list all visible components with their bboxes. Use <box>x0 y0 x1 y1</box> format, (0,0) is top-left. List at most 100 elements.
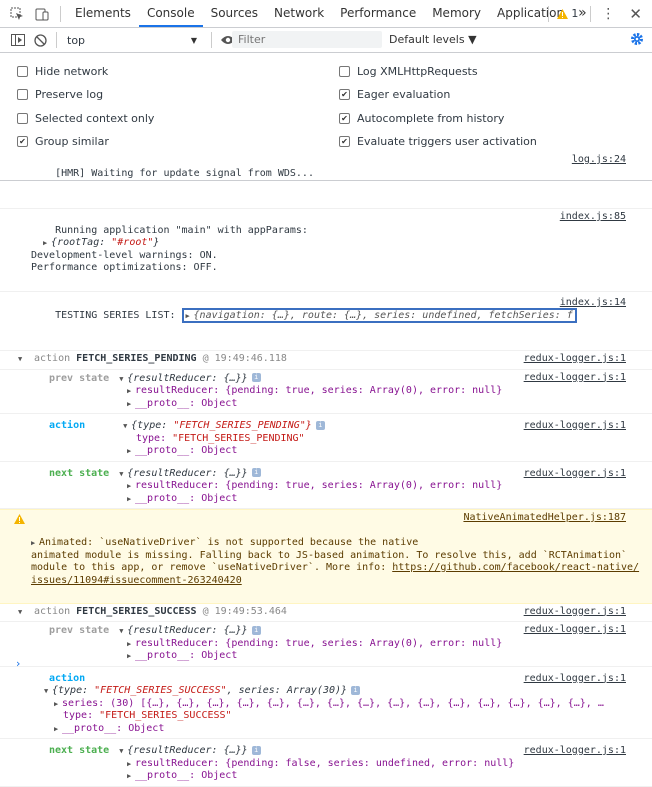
toolbar-divider <box>56 32 57 48</box>
autocomplete-from-history-checkbox[interactable]: ✔ Autocomplete from history <box>339 112 504 125</box>
triangle-right-icon: ▶ <box>185 311 190 320</box>
triangle-right-icon: ▶ <box>54 699 59 708</box>
entry-label: action <box>49 420 86 431</box>
triangle-right-icon: ▶ <box>127 387 132 395</box>
triangle-right-icon: ▶ <box>127 772 132 780</box>
checkbox-label: Eager evaluation <box>357 88 451 101</box>
info-icon: i <box>251 625 261 635</box>
preserve-log-checkbox[interactable]: Preserve log <box>17 88 103 101</box>
triangle-right-icon: ▶ <box>127 639 132 648</box>
source-link[interactable]: index.js:85 <box>560 211 626 224</box>
gear-icon[interactable] <box>630 32 644 49</box>
info-icon: i <box>251 745 261 755</box>
console-prompt[interactable]: › <box>16 657 20 670</box>
devtools-tabbar: Elements Console Sources Network Perform… <box>0 0 652 28</box>
tab-network[interactable]: Network <box>266 0 332 27</box>
tab-memory[interactable]: Memory <box>424 0 489 27</box>
object-key: type: <box>63 710 100 721</box>
object-key: {type: <box>131 420 174 431</box>
triangle-down-icon: ▼ <box>123 422 128 430</box>
source-link[interactable]: log.js:24 <box>572 154 626 167</box>
object-property[interactable]: resultReducer: {pending: true, series: A… <box>135 385 502 396</box>
log-group-header[interactable]: ▼ action FETCH_SERIES_SUCCESS @ 19:49:53.… <box>0 604 652 622</box>
tab-console[interactable]: Console <box>138 0 203 27</box>
warning-link[interactable]: https://github.com/facebook/react-native… <box>392 562 639 573</box>
source-link[interactable]: redux-logger.js:1 <box>524 624 626 637</box>
context-selector[interactable]: top ▼ <box>67 34 197 47</box>
next-state-entry: next state ▼ {resultReducer: {…}} i redux-… <box>0 739 652 787</box>
device-toolbar-icon[interactable] <box>34 6 50 22</box>
more-options-icon[interactable]: ⋮ <box>601 6 615 22</box>
selected-object-preview[interactable]: ▶ {navigation: {…}, route: {…}, series: u… <box>181 307 577 323</box>
toolbar-divider <box>211 32 212 48</box>
triangle-down-icon: ▼ <box>119 747 124 755</box>
info-icon: i <box>251 373 261 382</box>
sidebar-toggle-icon[interactable] <box>10 32 26 48</box>
clear-console-icon[interactable] <box>32 32 48 48</box>
source-link[interactable]: NativeAnimatedHelper.js:187 <box>463 512 626 525</box>
proto-property[interactable]: __proto__: Object <box>135 493 237 504</box>
source-link[interactable]: redux-logger.js:1 <box>524 745 626 758</box>
console-toolbar: top ▼ Default levels ▼ <box>0 28 652 53</box>
checkmark-icon: ✔ <box>339 136 350 147</box>
source-link[interactable]: redux-logger.js:1 <box>524 673 626 686</box>
warnings-counter[interactable]: 1 <box>557 7 578 20</box>
info-icon: i <box>251 468 261 477</box>
proto-property[interactable]: __proto__: Object <box>135 770 237 781</box>
object-value: "FETCH_SERIES_SUCCESS" <box>94 685 227 696</box>
source-link[interactable]: redux-logger.js:1 <box>524 606 626 619</box>
object-expander[interactable]: ▶ {rootTag: "#root"} <box>31 237 159 248</box>
action-entry: action ▼ {type: "FETCH_SERIES_PENDING"} i … <box>0 414 652 462</box>
source-link[interactable]: redux-logger.js:1 <box>524 372 626 385</box>
context-label: top <box>67 33 86 47</box>
entry-label: prev state <box>49 625 110 636</box>
checkmark-icon: ✔ <box>17 136 28 147</box>
prev-state-entry: prev state ▼ {resultReducer: {…}} i redux-… <box>0 622 652 667</box>
entry-label: next state <box>49 745 110 756</box>
proto-property[interactable]: __proto__: Object <box>135 445 237 456</box>
next-state-entry: next state ▼ {resultReducer: {…}} i redux-… <box>0 462 652 509</box>
tab-elements[interactable]: Elements <box>67 0 139 27</box>
object-property[interactable]: resultReducer: {pending: true, series: A… <box>135 638 502 649</box>
source-link[interactable]: index.js:14 <box>560 297 626 310</box>
object-property[interactable]: resultReducer: {pending: false, series: … <box>135 758 514 769</box>
log-group-header[interactable]: ▼ action FETCH_SERIES_PENDING @ 19:49:46.… <box>0 351 652 370</box>
tab-performance[interactable]: Performance <box>332 0 424 27</box>
console-message: TESTING SERIES LIST: ▶ {navigation: {…}, … <box>0 292 652 351</box>
object-property[interactable]: resultReducer: {pending: true, series: A… <box>135 480 502 491</box>
triangle-right-icon[interactable]: ▶ <box>31 537 39 550</box>
triangle-down-icon: ▼ <box>18 607 23 616</box>
proto-property[interactable]: __proto__: Object <box>135 650 237 661</box>
filter-input[interactable] <box>232 31 384 48</box>
warning-link[interactable]: issues/11094#issuecomment-263240420 <box>31 575 242 586</box>
log-levels-dropdown[interactable]: Default levels ▼ <box>389 33 477 46</box>
source-link[interactable]: redux-logger.js:1 <box>524 353 626 366</box>
group-similar-checkbox[interactable]: ✔ Group similar <box>17 135 109 148</box>
object-key: rootTag: <box>57 237 112 248</box>
proto-property[interactable]: __proto__: Object <box>135 398 237 409</box>
triangle-right-icon: ▶ <box>127 399 132 408</box>
proto-property[interactable]: __proto__: Object <box>62 723 164 734</box>
object-preview: {navigation: {…}, route: {…}, series: un… <box>193 309 573 321</box>
hide-network-checkbox[interactable]: Hide network <box>17 65 108 78</box>
close-icon[interactable]: ✕ <box>629 5 642 23</box>
group-prefix: action <box>34 605 77 617</box>
tab-sources[interactable]: Sources <box>203 0 266 27</box>
toolbar-divider <box>60 5 61 22</box>
eager-evaluation-checkbox[interactable]: ✔ Eager evaluation <box>339 88 450 101</box>
source-link[interactable]: redux-logger.js:1 <box>524 468 626 481</box>
object-key: {type: <box>52 685 95 696</box>
evaluate-triggers-user-activation-checkbox[interactable]: ✔ Evaluate triggers user activation <box>339 135 537 148</box>
message-text: Development-level warnings: ON. <box>31 249 218 261</box>
triangle-right-icon: ▶ <box>127 652 132 660</box>
log-xmlhttprequests-checkbox[interactable]: Log XMLHttpRequests <box>339 65 478 78</box>
inspect-element-icon[interactable] <box>9 6 25 22</box>
message-text: Running application "main" with appParam… <box>55 224 308 236</box>
object-property[interactable]: series: (30) [{…}, {…}, {…}, {…}, {…}, {… <box>62 698 604 709</box>
console-message: Running application "main" with appParam… <box>0 209 652 292</box>
message-text: Performance optimizations: OFF. <box>31 262 218 273</box>
selected-context-only-checkbox[interactable]: Selected context only <box>17 112 154 125</box>
source-link[interactable]: redux-logger.js:1 <box>524 420 626 433</box>
checkbox-box <box>17 113 28 124</box>
info-icon: i <box>351 685 361 695</box>
